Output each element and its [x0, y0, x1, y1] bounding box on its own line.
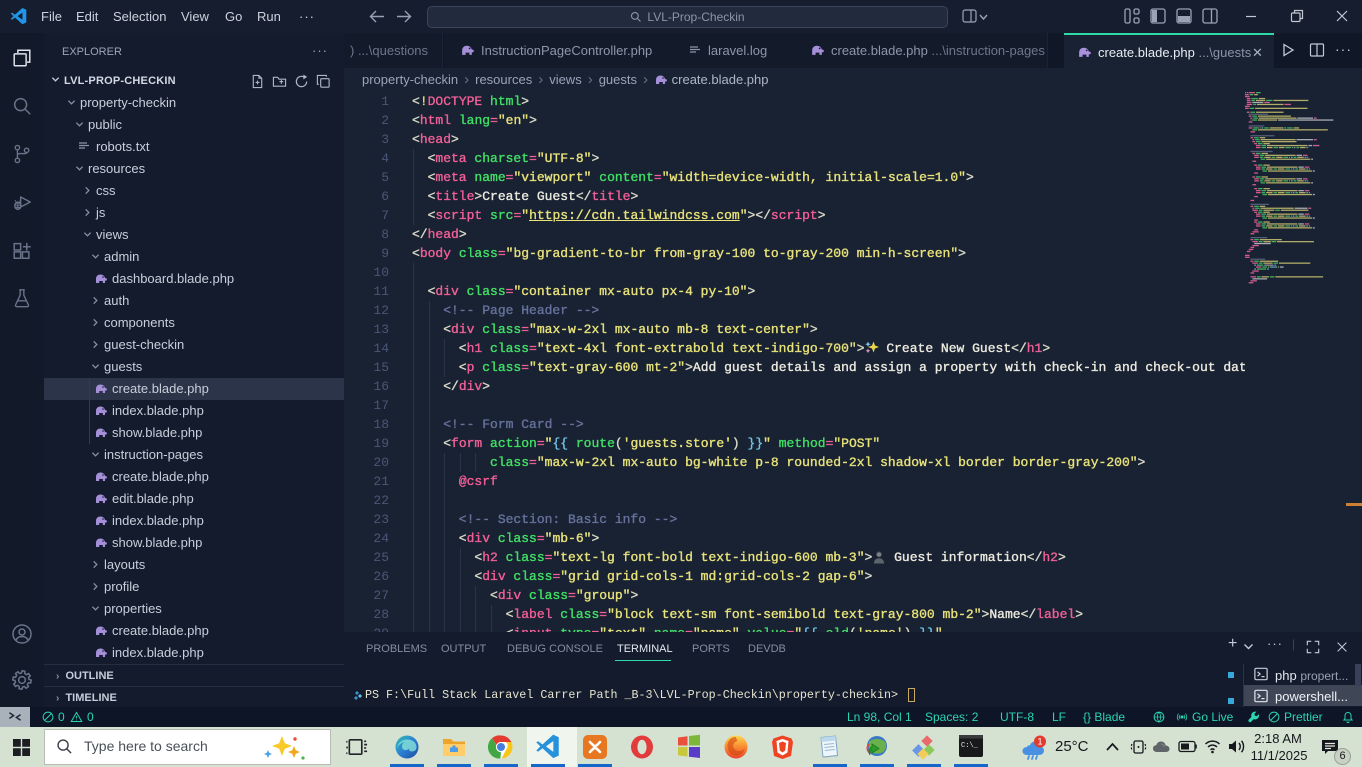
- svg-text:1: 1: [1037, 737, 1042, 747]
- svg-text:C:\_: C:\_: [961, 742, 979, 750]
